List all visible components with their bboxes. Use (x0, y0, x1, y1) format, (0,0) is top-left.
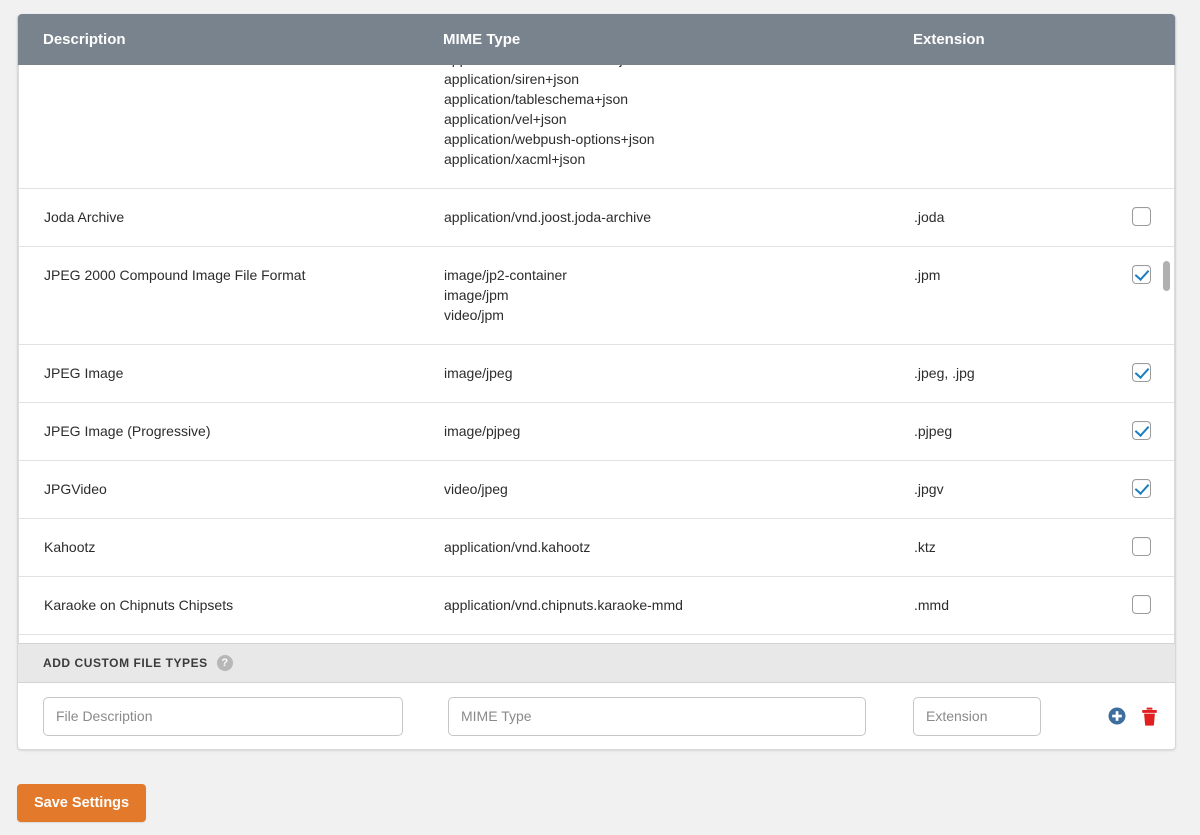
table-row: JPEG 2000 Compound Image File Format imag… (19, 247, 1174, 345)
enable-file-type-checkbox[interactable] (1132, 207, 1151, 226)
file-types-settings-page: Description MIME Type Extension applicat… (0, 0, 1200, 835)
table-row: Joda Archive application/vnd.joost.joda-a… (19, 189, 1174, 247)
cell-extension: .jpeg, .jpg (914, 365, 975, 381)
enable-file-type-checkbox[interactable] (1132, 363, 1151, 382)
add-custom-file-types-header: ADD CUSTOM FILE TYPES ? (18, 643, 1175, 683)
cell-description: JPGVideo (44, 481, 107, 497)
enable-file-type-checkbox[interactable] (1132, 537, 1151, 556)
table-row: Karaoke on Chipnuts Chipsets application/… (19, 577, 1174, 635)
add-custom-file-type-row (18, 683, 1175, 749)
enable-file-type-checkbox[interactable] (1132, 265, 1151, 284)
cell-extension: .jpgv (914, 481, 944, 497)
table-scrollbar[interactable] (1162, 65, 1171, 643)
cell-mime-type: application/vnd.joost.joda-archive (444, 209, 652, 225)
enable-file-type-checkbox[interactable] (1132, 421, 1151, 440)
cell-description: JPEG Image (Progressive) (44, 423, 211, 439)
file-description-input[interactable] (43, 696, 403, 736)
save-settings-button[interactable]: Save Settings (17, 784, 147, 822)
extension-input[interactable] (913, 696, 1041, 736)
cell-description: Joda Archive (44, 209, 125, 225)
table-scrollbar-thumb[interactable] (1163, 261, 1170, 291)
column-header-extension: Extension (913, 31, 985, 48)
file-types-panel: Description MIME Type Extension applicat… (17, 14, 1176, 750)
column-header-mime-type: MIME Type (443, 31, 521, 48)
cell-mime-type: application/schema+json application/orac… (444, 65, 655, 167)
plus-circle-icon[interactable] (1108, 707, 1126, 725)
enable-file-type-checkbox[interactable] (1132, 595, 1151, 614)
table-row: JPEG Image (Progressive) image/pjpeg .pjpe… (19, 403, 1174, 461)
cell-description: Karaoke on Chipnuts Chipsets (44, 597, 234, 613)
table-row: application/schema+json application/orac… (19, 65, 1174, 189)
table-row: JPGVideo video/jpeg .jpgv (19, 461, 1174, 519)
cell-description: Kahootz (44, 539, 96, 555)
cell-extension: .mmd (914, 597, 949, 613)
cell-mime-type: image/pjpeg (444, 423, 521, 439)
question-mark-circle-icon[interactable]: ? (216, 655, 233, 671)
cell-mime-type: image/jpeg (444, 365, 513, 381)
cell-mime-type: application/vnd.kahootz (444, 539, 591, 555)
cell-description: JPEG Image (44, 365, 124, 381)
table-row: JPEG Image image/jpeg .jpeg, .jpg (19, 345, 1174, 403)
file-types-table-scroll-area[interactable]: application/schema+json application/orac… (18, 65, 1175, 643)
add-custom-file-types-title: ADD CUSTOM FILE TYPES (43, 656, 208, 670)
cell-extension: .ktz (914, 539, 936, 555)
cell-mime-type: image/jp2-container image/jpm video/jpm (444, 267, 567, 323)
cell-extension: .pjpeg (914, 423, 953, 439)
cell-extension: .jpm (914, 267, 941, 283)
cell-extension: .joda (914, 209, 945, 225)
file-types-table: application/schema+json application/orac… (19, 65, 1174, 635)
cell-mime-type: application/vnd.chipnuts.karaoke-mmd (444, 597, 683, 613)
enable-file-type-checkbox[interactable] (1132, 479, 1151, 498)
row-actions (1108, 707, 1158, 726)
column-header-description: Description (43, 31, 126, 48)
table-header-row: Description MIME Type Extension (18, 14, 1175, 65)
trash-icon[interactable] (1141, 707, 1158, 726)
mime-type-input[interactable] (448, 696, 866, 736)
cell-mime-type: video/jpeg (444, 481, 508, 497)
table-row: Kahootz application/vnd.kahootz .ktz (19, 519, 1174, 577)
cell-description: JPEG 2000 Compound Image File Format (44, 267, 306, 283)
